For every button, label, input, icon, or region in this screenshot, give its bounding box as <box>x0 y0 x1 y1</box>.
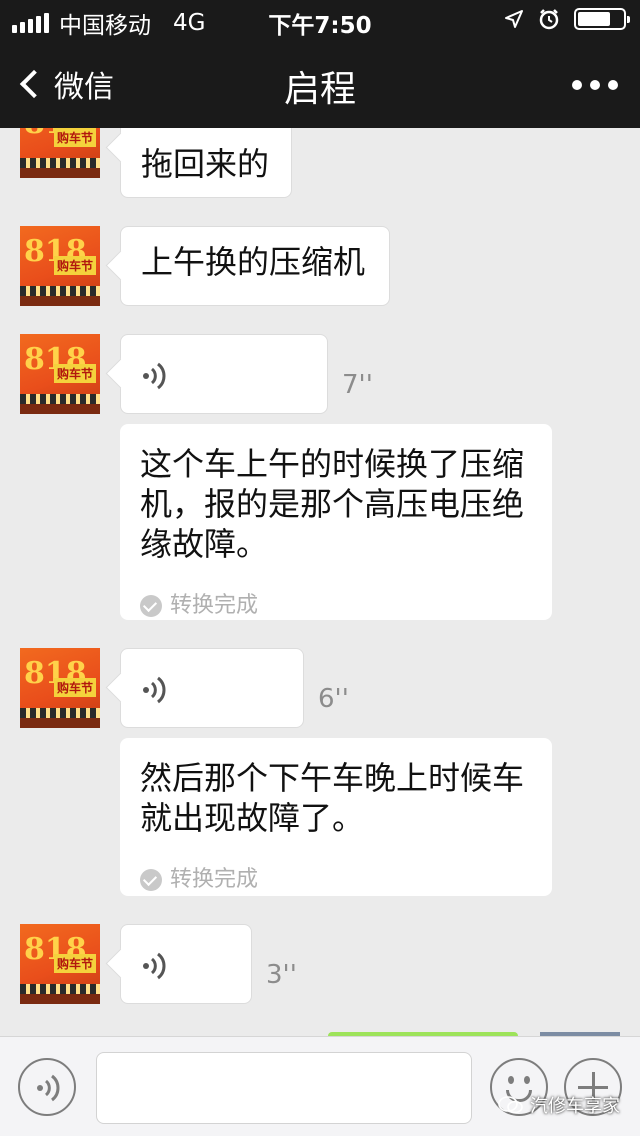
transcript-status: 转换完成 <box>140 586 532 626</box>
wechat-logo-icon <box>498 1096 523 1114</box>
avatar-tag: 购车节 <box>53 364 96 383</box>
avatar[interactable]: 818 购车节 <box>20 924 100 1004</box>
voice-message-bubble[interactable] <box>120 924 252 1004</box>
battery-icon <box>574 8 630 30</box>
input-bar: 汽修车享家 <box>0 1036 640 1136</box>
chat-list[interactable]: 818 购车节 拖回来的 818 购车节 上午换的压缩机 818 购车节 7''… <box>0 128 640 1036</box>
message-input[interactable] <box>96 1052 472 1124</box>
voice-transcript[interactable]: 这个车上午的时候换了压缩机，报的是那个高压电压绝缘故障。 转换完成 <box>120 424 552 620</box>
emoji-eye <box>524 1076 530 1084</box>
avatar-tag: 购车节 <box>53 954 96 973</box>
transcript-text: 这个车上午的时候换了压缩机，报的是那个高压电压绝缘故障。 <box>140 445 525 563</box>
check-icon <box>140 595 162 617</box>
voice-duration: 3'' <box>266 960 297 990</box>
chat-title: 启程 <box>283 69 356 110</box>
avatar[interactable]: 818 购车节 <box>20 128 100 178</box>
voice-input-button[interactable] <box>18 1058 76 1116</box>
transcript-text: 然后那个下午车晚上时候车就出现故障了。 <box>140 759 525 837</box>
watermark: 汽修车享家 <box>498 1092 620 1118</box>
nav-bar: 微信 启程 <box>0 40 640 128</box>
avatar[interactable]: 818 购车节 <box>20 226 100 306</box>
dot-icon <box>590 80 600 90</box>
voice-wave-icon <box>143 952 166 980</box>
transcript-status-label: 转换完成 <box>170 593 259 618</box>
transcript-status-label: 转换完成 <box>170 867 259 892</box>
avatar-tag: 购车节 <box>53 256 96 275</box>
more-options-button[interactable] <box>572 80 618 90</box>
avatar-tag: 购车节 <box>53 128 96 147</box>
voice-wave-icon <box>143 676 166 704</box>
avatar[interactable]: 818 购车节 <box>20 648 100 728</box>
message-text: 上午换的压缩机 <box>141 243 366 281</box>
voice-transcript[interactable]: 然后那个下午车晚上时候车就出现故障了。 转换完成 <box>120 738 552 896</box>
emoji-eye <box>508 1076 514 1084</box>
avatar[interactable]: 818 购车节 <box>20 334 100 414</box>
watermark-text: 汽修车享家 <box>530 1096 620 1117</box>
voice-wave-icon <box>143 362 166 390</box>
dot-icon <box>572 80 582 90</box>
avatar-tag: 购车节 <box>53 678 96 697</box>
dot-icon <box>608 80 618 90</box>
status-bar: 中国移动 4G 下午7:50 <box>0 0 640 40</box>
message-text: 拖回来的 <box>141 145 270 183</box>
alarm-icon <box>539 9 559 30</box>
voice-message-bubble[interactable] <box>120 334 328 414</box>
check-icon <box>140 869 162 891</box>
voice-wave-icon <box>37 1074 60 1102</box>
location-arrow-icon <box>505 10 523 28</box>
voice-duration: 7'' <box>342 370 373 400</box>
voice-duration: 6'' <box>318 684 349 714</box>
text-message-bubble[interactable]: 上午换的压缩机 <box>120 226 390 306</box>
text-message-bubble[interactable]: 拖回来的 <box>120 128 292 198</box>
voice-message-bubble[interactable] <box>120 648 304 728</box>
transcript-status: 转换完成 <box>140 860 532 900</box>
